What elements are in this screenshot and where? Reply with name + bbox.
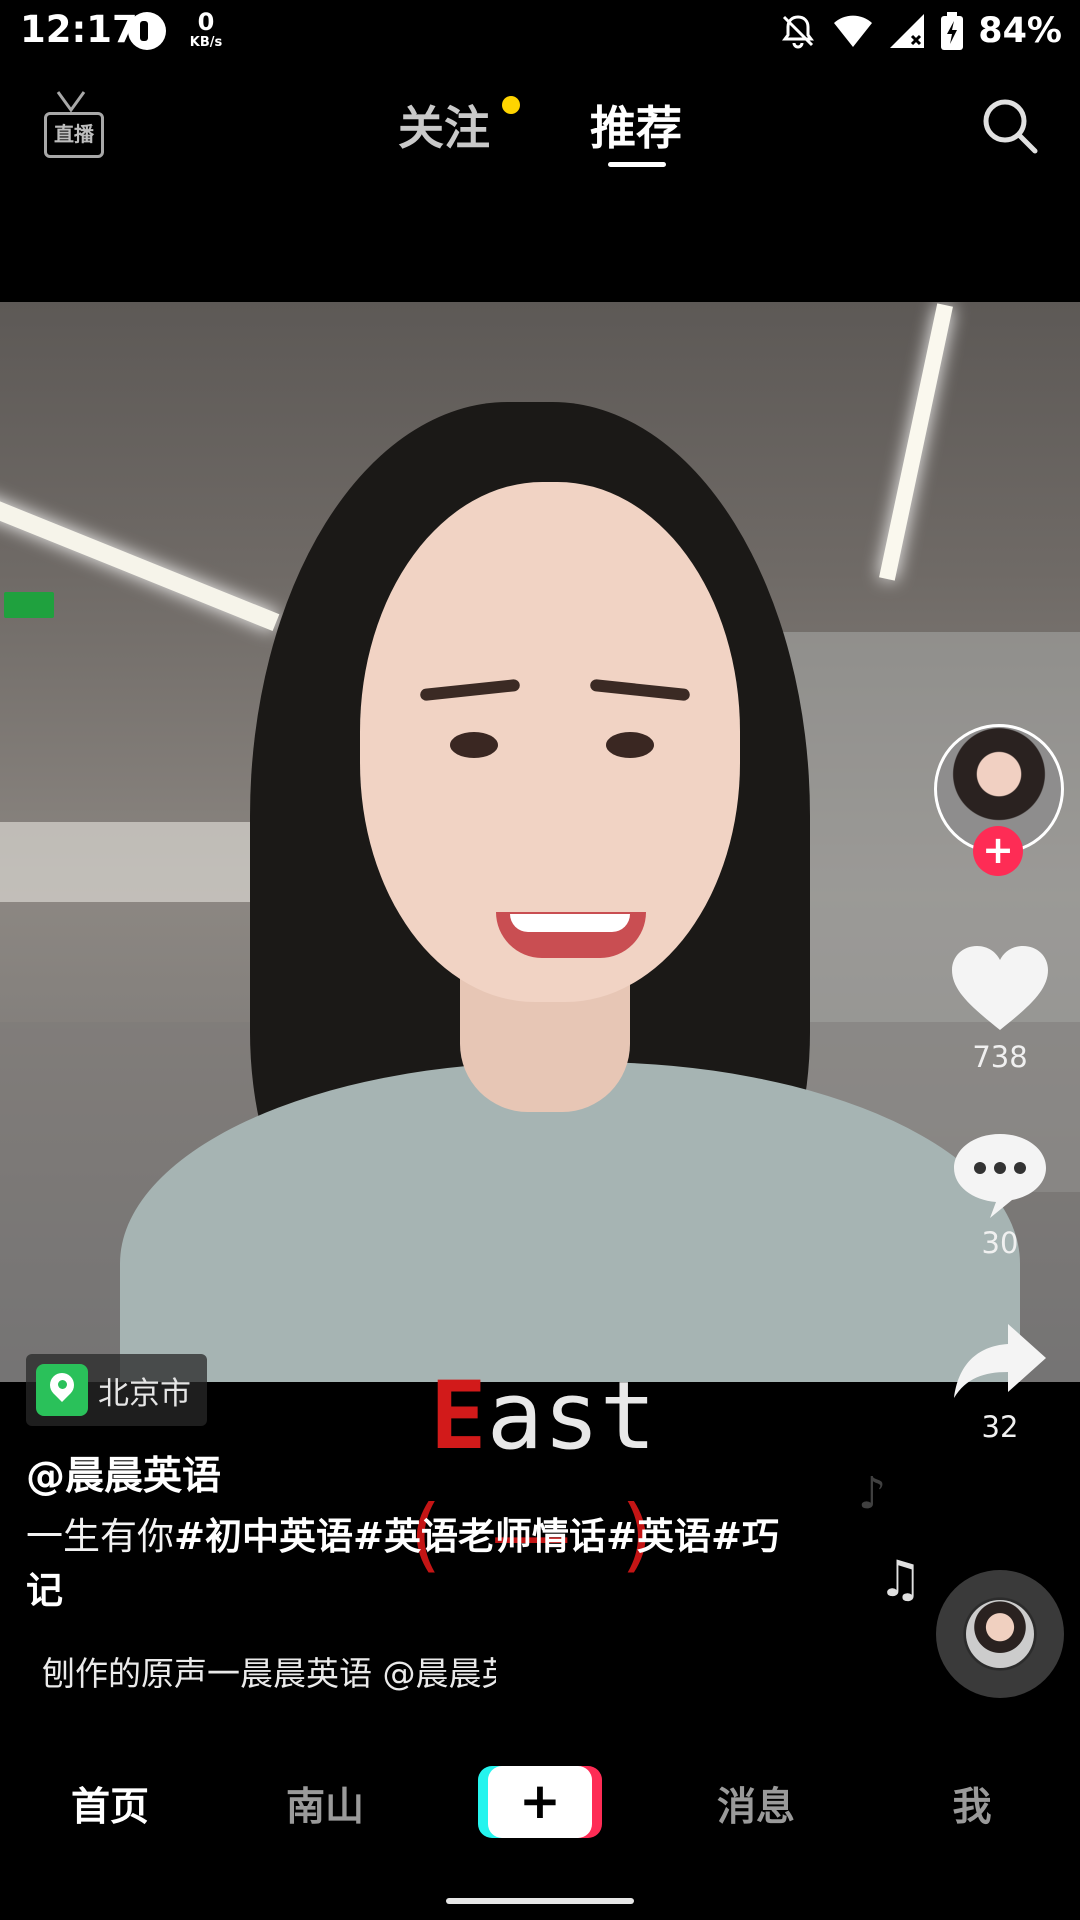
video-frame[interactable] bbox=[0, 302, 1080, 1382]
live-label: 直播 bbox=[44, 112, 104, 158]
tab-me[interactable]: 我 bbox=[892, 1776, 1052, 1832]
floating-music-note-icon: ♫ bbox=[878, 1550, 923, 1608]
status-bar: 12:17 0 KB/s 84% bbox=[0, 0, 1080, 62]
location-pin-icon bbox=[36, 1364, 88, 1416]
tab-nanshan[interactable]: 南山 bbox=[245, 1776, 405, 1832]
video-caption[interactable]: 一生有你#初中英语#英语老师情话#英语#巧记 bbox=[26, 1510, 796, 1618]
active-tab-indicator bbox=[608, 162, 666, 167]
tab-follow[interactable]: 关注 bbox=[398, 92, 490, 158]
plus-icon: + bbox=[488, 1766, 592, 1838]
status-icons: 84% bbox=[778, 10, 1062, 52]
live-button[interactable]: 直播 bbox=[40, 90, 104, 160]
subtitle-rest: ast bbox=[486, 1362, 657, 1471]
battery-percentage: 84% bbox=[978, 11, 1062, 51]
tv-antenna-icon bbox=[56, 91, 86, 112]
author-name[interactable]: @晨晨英语 bbox=[26, 1445, 221, 1501]
floating-music-note-icon: ♪ bbox=[858, 1468, 887, 1519]
subtitle-highlight-letter: E bbox=[430, 1362, 487, 1471]
bottom-tab-bar: 首页 南山 + 消息 我 bbox=[0, 1748, 1080, 1858]
follow-plus-button[interactable]: + bbox=[973, 826, 1023, 876]
home-indicator[interactable] bbox=[446, 1898, 634, 1904]
share-count: 32 bbox=[981, 1410, 1019, 1444]
tab-messages[interactable]: 消息 bbox=[676, 1776, 836, 1832]
like-count: 738 bbox=[972, 1040, 1028, 1074]
search-button[interactable] bbox=[980, 96, 1040, 156]
caption-text: 一生有你 bbox=[26, 1515, 174, 1558]
office-desk bbox=[0, 822, 280, 902]
create-video-button[interactable]: + bbox=[478, 1766, 602, 1838]
music-cover-image bbox=[966, 1600, 1034, 1668]
ceiling-light bbox=[879, 303, 953, 581]
exit-sign bbox=[4, 592, 54, 618]
music-info[interactable]: 刨作的原声一晨晨英语 @晨晨英语 bbox=[26, 1648, 496, 1694]
app-notification-icon bbox=[128, 12, 166, 50]
location-label: 北京市 bbox=[98, 1375, 191, 1412]
comment-count: 30 bbox=[981, 1226, 1019, 1260]
top-navigation: 直播 关注 推荐 bbox=[0, 62, 1080, 192]
wifi-icon bbox=[834, 15, 873, 47]
network-speed: 0 KB/s bbox=[186, 10, 226, 49]
location-chip[interactable]: 北京市 bbox=[26, 1354, 207, 1426]
cellular-signal-icon bbox=[890, 14, 925, 48]
teeth bbox=[510, 914, 630, 932]
follow-notification-dot bbox=[502, 96, 520, 114]
comment-icon bbox=[954, 1134, 1046, 1218]
music-disc[interactable] bbox=[936, 1570, 1064, 1698]
search-icon bbox=[983, 99, 1038, 154]
heart-icon bbox=[952, 946, 1048, 1030]
eye bbox=[606, 732, 654, 758]
status-time: 12:17 bbox=[20, 8, 138, 51]
share-button[interactable]: 32 bbox=[940, 1320, 1060, 1444]
tab-recommend[interactable]: 推荐 bbox=[590, 92, 682, 158]
tab-home[interactable]: 首页 bbox=[30, 1776, 190, 1832]
battery-charging-icon bbox=[941, 12, 964, 50]
comment-button[interactable]: 30 bbox=[940, 1130, 1060, 1260]
bell-off-icon bbox=[782, 15, 815, 49]
like-button[interactable]: 738 bbox=[940, 944, 1060, 1074]
video-subtitle-word: East bbox=[430, 1370, 656, 1464]
network-speed-value: 0 bbox=[197, 8, 215, 36]
music-title: 刨作的原声一晨晨英语 @晨晨英语 bbox=[42, 1654, 496, 1693]
network-speed-unit: KB/s bbox=[189, 35, 223, 50]
share-arrow-icon bbox=[954, 1324, 1046, 1398]
eye bbox=[450, 732, 498, 758]
